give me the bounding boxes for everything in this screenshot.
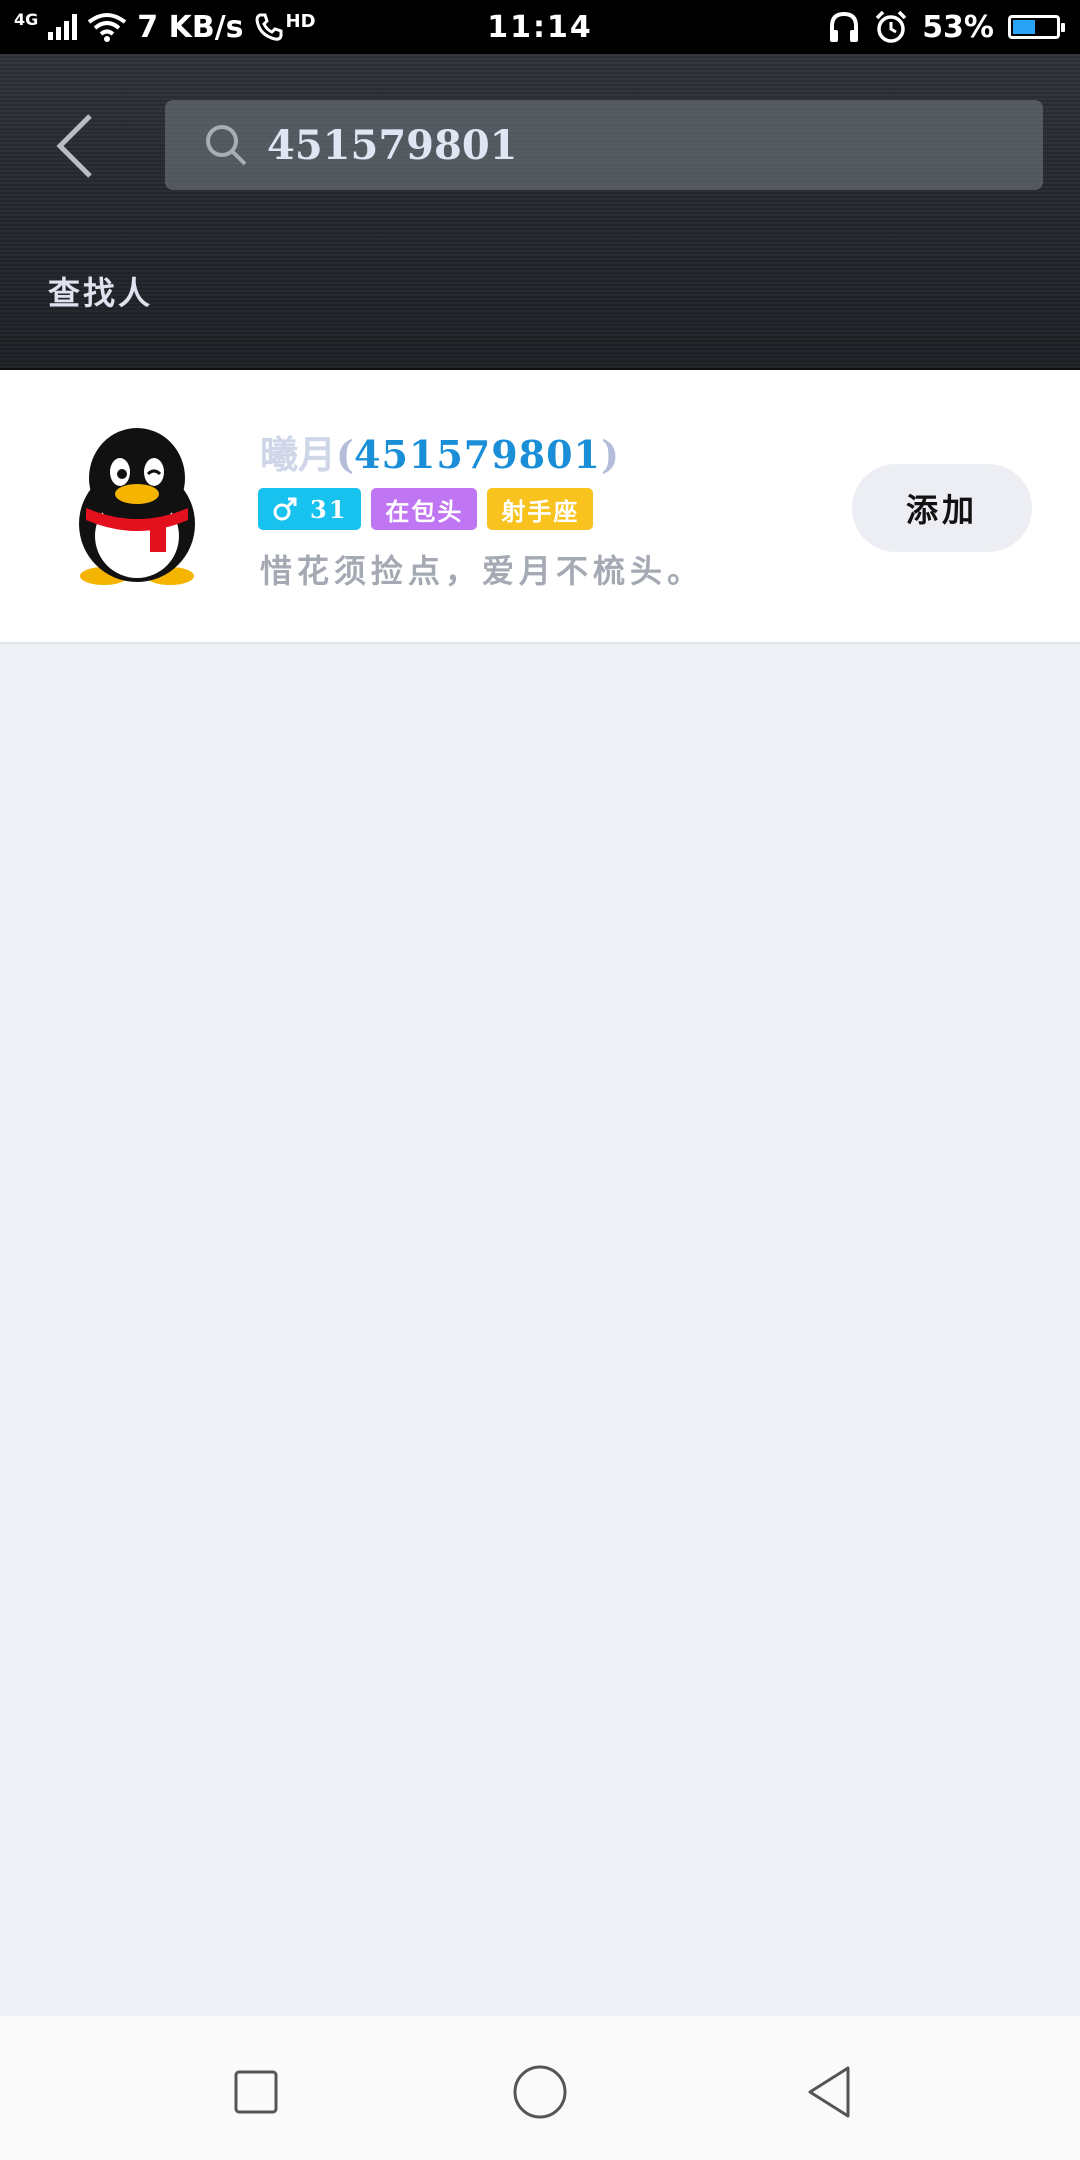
triangle-left-icon: [808, 2066, 850, 2118]
avatar[interactable]: [64, 426, 210, 588]
profile-tags: 31 在包头 射手座: [258, 488, 594, 530]
contact-nickname: 曦月: [260, 432, 337, 477]
age-value: 31: [310, 494, 348, 524]
square-icon: [234, 2070, 278, 2114]
status-bar: 4G 7 KB/s HD 11:14 53%: [0, 0, 1080, 54]
search-icon: [206, 125, 247, 166]
paren-close: ): [600, 432, 619, 477]
paren-open: (: [336, 432, 354, 477]
zodiac-badge: 射手座: [487, 488, 594, 530]
search-input[interactable]: [267, 121, 947, 169]
chevron-left-icon: [56, 114, 92, 178]
circle-icon: [513, 2065, 567, 2119]
search-bar[interactable]: [165, 100, 1043, 190]
section-title-find-people: 查找人: [48, 274, 154, 312]
home-button[interactable]: [508, 2060, 572, 2124]
personal-signature: 惜花须捡点，爱月不梳头。: [260, 552, 705, 590]
recent-apps-button[interactable]: [224, 2060, 288, 2124]
add-friend-button[interactable]: 添加: [852, 464, 1032, 552]
battery-level: [1013, 20, 1036, 34]
contact-qq-number: 451579801: [354, 432, 601, 477]
alarm-icon: [875, 10, 907, 43]
headphones-icon: [830, 11, 859, 42]
battery-icon: [1008, 15, 1065, 39]
location-badge: 在包头: [371, 488, 478, 530]
age-gender-badge: 31: [258, 488, 362, 530]
status-right: 53%: [828, 0, 1065, 54]
search-result-item[interactable]: 曦月(451579801) 31 在包头 射手座 惜花须捡点，爱月不梳头。 添加: [0, 370, 1080, 644]
system-nav-bar: [0, 2016, 1080, 2160]
nav-back-button[interactable]: [798, 2060, 862, 2124]
back-button[interactable]: [50, 106, 110, 186]
male-icon: [273, 497, 297, 521]
battery-percent: 53%: [922, 9, 994, 45]
contact-name-line: 曦月(451579801): [260, 424, 619, 479]
search-header: 查找人: [0, 54, 1080, 370]
